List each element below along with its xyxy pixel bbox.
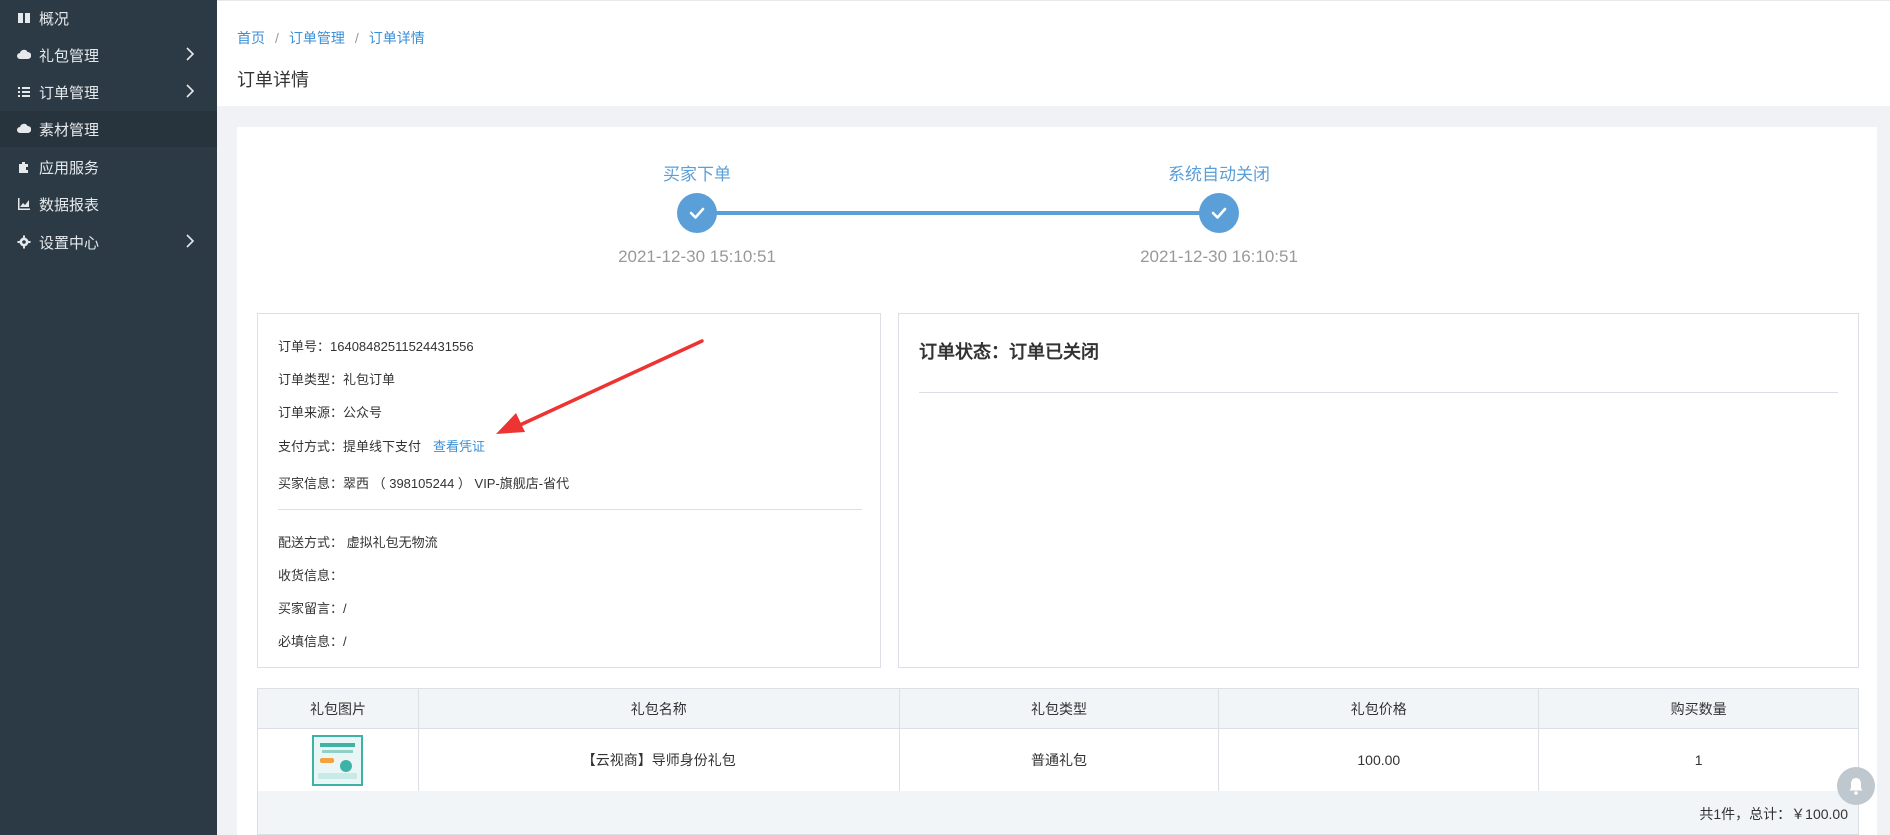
breadcrumb-order-detail[interactable]: 订单详情 [369,28,425,48]
gift-type: 普通礼包 [898,728,1220,792]
gift-package-thumbnail[interactable] [312,734,364,786]
column-header-image: 礼包图片 [257,688,419,729]
breadcrumb-separator: / [354,30,359,46]
sidebar-item-label: 素材管理 [39,121,100,139]
buyer-info: 买家信息：翠西 （ 398105244 ） VIP-旗舰店-省代 [278,476,570,491]
sidebar-item-label: 订单管理 [39,84,100,102]
gift-image-cell [257,728,419,792]
sidebar-item-app-service[interactable]: 应用服务 [0,149,217,185]
breadcrumb-order-management[interactable]: 订单管理 [289,28,345,48]
view-voucher-link[interactable]: 查看凭证 [433,439,485,454]
order-total: 共1件，总计：￥100.00 [1699,806,1848,822]
sidebar-item-settings[interactable]: 设置中心 [0,224,217,260]
column-header-type: 礼包类型 [898,688,1220,729]
page-title: 订单详情 [237,70,309,90]
page-header: 首页 / 订单管理 / 订单详情 订单详情 [217,0,1890,106]
sidebar-item-order[interactable]: 订单管理 [0,74,217,110]
sidebar-item-label: 数据报表 [39,196,100,214]
status-divider [919,392,1838,393]
order-info-box: 订单号：16408482511524431556 订单类型：礼包订单 订单来源：… [257,313,881,668]
list-icon [17,85,31,99]
order-type: 订单类型：礼包订单 [278,372,396,387]
breadcrumb-home[interactable]: 首页 [237,28,265,48]
puzzle-icon [17,160,31,174]
gift-name: 【云视商】导师身份礼包 [417,728,900,792]
notification-bell-button[interactable] [1837,767,1875,805]
step-1-time: 2021-12-30 15:10:51 [618,247,776,266]
chevron-right-icon [185,46,195,62]
sidebar-item-overview[interactable]: 概况 [0,0,217,36]
delivery-method: 配送方式： 虚拟礼包无物流 [278,535,438,550]
step-progress-line [715,211,1201,215]
sidebar-item-label: 礼包管理 [39,47,100,65]
breadcrumb-separator: / [275,30,279,46]
required-info: 必填信息：/ [278,634,347,649]
sidebar-item-material[interactable]: 素材管理 [0,111,217,147]
order-detail-card: 买家下单 系统自动关闭 2021-12-30 15:10:51 2021-12-… [237,127,1877,835]
sidebar: 概况 礼包管理 订单管理 素材管理 应用服务 数据报表 设置中心 [0,0,217,835]
step-1-title: 买家下单 [663,165,731,184]
payment-method-row: 支付方式：提单线下支付 查看凭证 [278,436,485,455]
gift-quantity: 1 [1538,728,1859,792]
chevron-right-icon [185,233,195,249]
step-2-title: 系统自动关闭 [1168,165,1270,184]
book-icon [17,11,31,25]
gift-price: 100.00 [1218,728,1540,792]
receiver-info: 收货信息： [278,568,344,583]
breadcrumb: 首页 / 订单管理 / 订单详情 [237,28,425,48]
table-header-row: 礼包图片 礼包名称 礼包类型 礼包价格 购买数量 [257,688,1859,729]
step-2-time: 2021-12-30 16:10:51 [1140,247,1298,266]
gear-icon [17,235,31,249]
cloud-icon [17,48,31,62]
buyer-message: 买家留言：/ [278,601,347,616]
chevron-right-icon [185,83,195,99]
order-summary-row: 共1件，总计：￥100.00 [257,791,1859,835]
order-number: 订单号：16408482511524431556 [278,339,474,354]
order-status-box: 订单状态：订单已关闭 [898,313,1859,668]
sidebar-item-label: 设置中心 [39,234,100,252]
column-header-name: 礼包名称 [417,688,900,729]
main-area: 首页 / 订单管理 / 订单详情 订单详情 买家下单 系统自动关闭 2021-1… [217,0,1890,835]
step-2-check-icon [1199,193,1239,233]
column-header-quantity: 购买数量 [1538,688,1859,729]
sidebar-item-label: 应用服务 [39,159,100,177]
info-divider [278,509,862,510]
sidebar-item-gift-package[interactable]: 礼包管理 [0,37,217,73]
step-1-check-icon [677,193,717,233]
bell-icon [1849,778,1863,795]
sidebar-item-label: 概况 [39,10,70,28]
payment-method: 支付方式：提单线下支付 [278,439,422,454]
area-chart-icon [17,197,31,211]
sidebar-item-data-report[interactable]: 数据报表 [0,186,217,222]
cloud-icon [17,122,31,136]
column-header-price: 礼包价格 [1218,688,1540,729]
order-status-title: 订单状态：订单已关闭 [919,342,1099,362]
table-row: 【云视商】导师身份礼包 普通礼包 100.00 1 [257,728,1859,792]
goods-table: 礼包图片 礼包名称 礼包类型 礼包价格 购买数量 【云视商】导师身份礼包 普通礼… [257,688,1859,792]
order-source: 订单来源：公众号 [278,405,383,420]
